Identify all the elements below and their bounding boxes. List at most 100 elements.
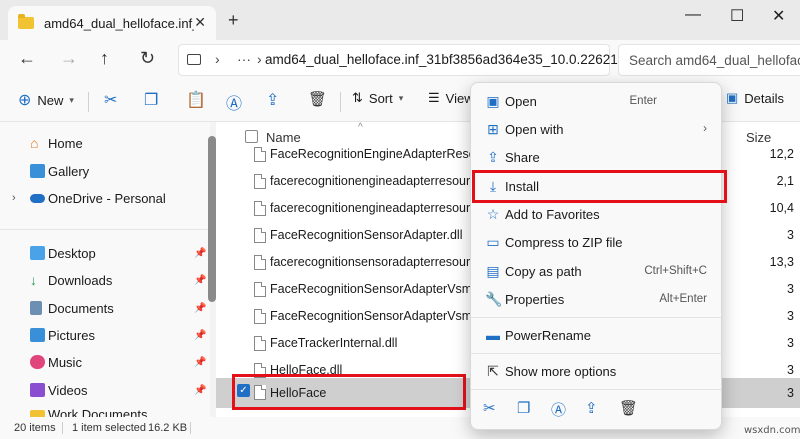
delete-icon[interactable]: 🗑 bbox=[619, 399, 638, 417]
pin-icon[interactable]: 📌 bbox=[194, 385, 206, 396]
cut-icon[interactable]: ✂ bbox=[104, 90, 117, 110]
pin-icon[interactable]: 📌 bbox=[194, 357, 206, 368]
menu-shortcut: Ctrl+Shift+C bbox=[644, 265, 707, 277]
menu-item-properties[interactable]: 🔧 Properties Alt+Enter bbox=[475, 285, 719, 313]
file-size: 3 bbox=[787, 336, 794, 350]
close-tab-icon[interactable]: ✕ bbox=[194, 14, 206, 31]
share-icon[interactable]: ⇪ bbox=[266, 90, 279, 110]
sidebar-item-music[interactable]: Music 📌 bbox=[0, 351, 210, 373]
chevron-right-icon[interactable]: › bbox=[257, 51, 262, 67]
file-size: 13,3 bbox=[769, 255, 794, 269]
up-button[interactable]: ↑ bbox=[100, 48, 109, 69]
file-size: 3 bbox=[787, 386, 794, 400]
star-icon: ☆ bbox=[486, 206, 500, 222]
sidebar-item-work-documents[interactable]: Work Documents bbox=[0, 406, 210, 417]
menu-item-label: Share bbox=[505, 149, 540, 165]
file-name: facerecognitionsensoradapterresources. bbox=[270, 255, 470, 269]
sidebar-item-label: Work Documents bbox=[48, 407, 148, 417]
menu-item-powerrename[interactable]: ▬ PowerRename bbox=[475, 321, 719, 349]
menu-item-open[interactable]: ▣ Open Enter bbox=[475, 87, 719, 115]
copy-icon[interactable]: ❐ bbox=[144, 90, 158, 110]
more-options-icon: ⇱ bbox=[487, 363, 499, 379]
delete-icon[interactable]: 🗑 bbox=[308, 90, 327, 108]
file-size: 3 bbox=[787, 228, 794, 242]
menu-item-open-with[interactable]: ⊞ Open with › bbox=[475, 115, 719, 143]
onedrive-icon bbox=[30, 194, 45, 203]
music-icon bbox=[30, 355, 45, 369]
rename-icon[interactable]: Ⓐ bbox=[551, 399, 566, 420]
properties-icon: 🔧 bbox=[485, 291, 503, 307]
menu-item-copy-as-path[interactable]: ▤ Copy as path Ctrl+Shift+C bbox=[475, 257, 719, 285]
sidebar-item-onedrive[interactable]: › OneDrive - Personal bbox=[0, 187, 210, 209]
view-button[interactable]: ☰ View bbox=[428, 90, 474, 106]
share-icon: ⇪ bbox=[487, 149, 499, 165]
sidebar-item-pictures[interactable]: Pictures 📌 bbox=[0, 324, 210, 346]
sidebar-item-downloads[interactable]: ↓ Downloads 📌 bbox=[0, 269, 210, 291]
pin-icon[interactable]: 📌 bbox=[194, 330, 206, 341]
pin-icon[interactable]: 📌 bbox=[194, 303, 206, 314]
new-button[interactable]: ⊕ New ▾ bbox=[18, 90, 74, 110]
selection-count: 1 item selected bbox=[72, 422, 146, 434]
tab-explorer[interactable]: amd64_dual_helloface.inf_31 ✕ bbox=[8, 6, 216, 40]
sidebar-item-videos[interactable]: Videos 📌 bbox=[0, 379, 210, 401]
new-tab-button[interactable]: + bbox=[228, 10, 239, 31]
cut-icon[interactable]: ✂ bbox=[483, 399, 496, 417]
pin-icon[interactable]: 📌 bbox=[194, 275, 206, 286]
sidebar-item-label: Gallery bbox=[48, 163, 90, 179]
rename-icon[interactable]: Ⓐ bbox=[226, 90, 242, 114]
sidebar-item-gallery[interactable]: Gallery bbox=[0, 160, 210, 182]
file-icon bbox=[254, 255, 266, 270]
home-icon: ⌂ bbox=[30, 135, 39, 151]
minimize-button[interactable]: — bbox=[685, 6, 701, 24]
chevron-down-icon: ▾ bbox=[69, 94, 74, 105]
chevron-down-icon: ▾ bbox=[398, 92, 404, 103]
desktop-icon bbox=[30, 246, 45, 260]
copy-path-icon: ▤ bbox=[486, 263, 500, 279]
menu-item-label: Show more options bbox=[505, 363, 617, 379]
close-window-button[interactable]: ✕ bbox=[772, 6, 785, 26]
paste-icon[interactable]: 📋 bbox=[186, 90, 206, 110]
sort-button[interactable]: ⇅ Sort ▾ bbox=[352, 90, 403, 106]
context-menu: ▣ Open Enter ⊞ Open with › ⇪ Share ⤓ Ins… bbox=[470, 82, 722, 430]
powerrename-icon: ▬ bbox=[486, 327, 500, 343]
chevron-right-icon[interactable]: › bbox=[12, 192, 16, 204]
refresh-button[interactable]: ↻ bbox=[140, 48, 155, 69]
menu-item-label: Add to Favorites bbox=[505, 206, 600, 222]
menu-item-add-to-favorites[interactable]: ☆ Add to Favorites bbox=[475, 200, 719, 228]
forward-button[interactable]: → bbox=[60, 48, 78, 69]
divider bbox=[340, 92, 341, 112]
file-icon bbox=[254, 282, 266, 297]
file-icon bbox=[254, 147, 266, 162]
copy-icon[interactable]: ❐ bbox=[517, 399, 530, 417]
menu-shortcut: Enter bbox=[629, 95, 658, 107]
menu-item-label: PowerRename bbox=[505, 327, 591, 343]
file-name: FaceRecognitionSensorAdapter.dll bbox=[270, 228, 463, 242]
chevron-right-icon[interactable]: › bbox=[215, 51, 220, 67]
details-button[interactable]: ▣ Details bbox=[726, 90, 784, 106]
address-row: ← → ↑ ↻ › ··· › amd64_dual_helloface.inf… bbox=[0, 40, 800, 80]
sidebar-item-home[interactable]: ⌂ Home bbox=[0, 132, 210, 154]
address-bar[interactable]: › ··· › amd64_dual_helloface.inf_31bf385… bbox=[178, 44, 618, 76]
sidebar-scrollbar[interactable] bbox=[208, 136, 216, 302]
sort-label: Sort bbox=[368, 90, 393, 106]
file-size: 3 bbox=[787, 282, 794, 296]
chevron-right-icon: › bbox=[703, 123, 707, 135]
divider bbox=[471, 353, 721, 354]
back-button[interactable]: ← bbox=[18, 48, 36, 69]
sidebar-item-label: Music bbox=[48, 354, 82, 370]
details-label: Details bbox=[744, 90, 785, 106]
more-path-button[interactable]: ··· bbox=[237, 51, 251, 67]
sidebar-item-desktop[interactable]: Desktop 📌 bbox=[0, 242, 210, 264]
file-size: 10,4 bbox=[769, 201, 794, 215]
pin-icon[interactable]: 📌 bbox=[194, 248, 206, 259]
divider bbox=[62, 422, 63, 434]
search-input[interactable]: Search amd64_dual_helloface bbox=[618, 44, 800, 76]
share-icon[interactable]: ⇪ bbox=[585, 399, 598, 417]
highlight-selected-file bbox=[232, 374, 466, 410]
videos-icon bbox=[30, 383, 45, 397]
maximize-button[interactable]: ☐ bbox=[730, 6, 744, 26]
menu-item-share[interactable]: ⇪ Share bbox=[475, 143, 719, 171]
menu-item-compress-zip[interactable]: ▭ Compress to ZIP file bbox=[475, 228, 719, 256]
sidebar-item-documents[interactable]: Documents 📌 bbox=[0, 297, 210, 319]
menu-item-show-more-options[interactable]: ⇱ Show more options bbox=[475, 357, 719, 385]
